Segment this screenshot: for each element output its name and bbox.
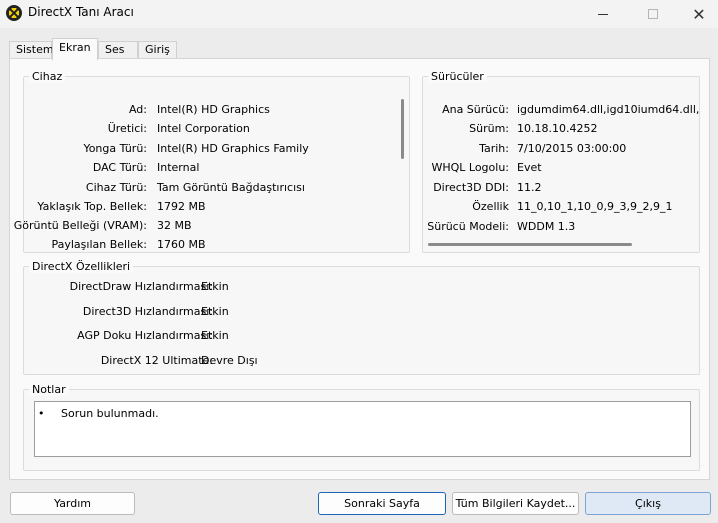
tab-ses[interactable]: Ses <box>98 41 138 59</box>
driver-whql-value: Evet <box>517 161 542 174</box>
notes-group-title: Notlar <box>29 383 69 396</box>
driver-whql-label: WHQL Logolu: <box>431 161 509 174</box>
drivers-list[interactable]: Ana Sürücü: igdumdim64.dll,igd10iumd64.d… <box>423 77 699 242</box>
device-chip-type-label: Yonga Türü: <box>83 142 147 155</box>
driver-date-label: Tarih: <box>479 142 509 155</box>
directdraw-acceleration-value: Etkin <box>201 280 229 293</box>
device-type-value: Tam Görüntü Bağdaştırıcısı <box>157 181 305 194</box>
device-vram-label: Görüntü Belleği (VRAM): <box>13 219 147 232</box>
device-name-value: Intel(R) HD Graphics <box>157 103 270 116</box>
device-total-memory-label: Yaklaşık Top. Bellek: <box>37 200 147 213</box>
driver-main-value: igdumdim64.dll,igd10iumd64.dll,igd10i <box>517 103 699 116</box>
driver-date-value: 7/10/2015 03:00:00 <box>517 142 627 155</box>
directx12-ultimate-label: DirectX 12 Ultimate: <box>100 354 213 367</box>
driver-feature-label: Özellik <box>472 200 509 213</box>
driver-version-label: Sürüm: <box>469 122 509 135</box>
driver-d3d-ddi-value: 11.2 <box>517 181 542 194</box>
window-title: DirectX Tanı Aracı <box>28 5 134 19</box>
minimize-icon <box>598 13 608 15</box>
help-button[interactable]: Yardım <box>10 492 135 515</box>
directx-features-title: DirectX Özellikleri <box>29 260 134 273</box>
driver-model-value: WDDM 1.3 <box>517 220 576 233</box>
close-button[interactable]: ✕ <box>676 0 718 28</box>
driver-version-value: 10.18.10.4252 <box>517 122 598 135</box>
tab-sistem[interactable]: Sistem <box>9 41 54 59</box>
driver-main-label: Ana Sürücü: <box>442 103 509 116</box>
device-chip-type-value: Intel(R) HD Graphics Family <box>157 142 309 155</box>
tab-giris[interactable]: Giriş <box>138 41 177 59</box>
device-shared-memory-value: 1760 MB <box>157 238 206 251</box>
close-icon: ✕ <box>692 4 706 24</box>
device-vram-value: 32 MB <box>157 219 192 232</box>
direct3d-acceleration-label: Direct3D Hızlandırması: <box>82 305 213 318</box>
tab-ekran[interactable]: Ekran <box>52 38 98 60</box>
next-page-button[interactable]: Sonraki Sayfa <box>318 492 446 515</box>
device-group-title: Cihaz <box>29 70 66 83</box>
title-bar: DirectX Tanı Aracı ✕ <box>0 0 718 28</box>
device-group: Cihaz Ad: Intel(R) HD Graphics Üretici: … <box>14 70 410 253</box>
notes-textbox[interactable]: • Sorun bulunmadı. <box>34 401 691 457</box>
directx-app-icon <box>6 5 22 21</box>
exit-button[interactable]: Çıkış <box>585 492 711 515</box>
direct3d-acceleration-value: Etkin <box>201 305 229 318</box>
agp-texture-acceleration-label: AGP Doku Hızlandırması: <box>77 329 213 342</box>
drivers-horizontal-scrollbar[interactable] <box>428 243 632 246</box>
device-dac-type-label: DAC Türü: <box>92 161 147 174</box>
driver-feature-value: 11_0,10_1,10_0,9_3,9_2,9_1 <box>517 200 673 213</box>
drivers-group: Sürücüler Ana Sürücü: igdumdim64.dll,igd… <box>422 70 700 253</box>
device-dac-type-value: Internal <box>157 161 200 174</box>
directx12-ultimate-value: Devre Dışı <box>201 354 258 367</box>
driver-d3d-ddi-label: Direct3D DDI: <box>433 181 509 194</box>
directx-features-group: DirectX Özellikleri DirectDraw Hızlandır… <box>23 260 700 375</box>
device-name-label: Ad: <box>128 103 147 116</box>
minimize-button[interactable] <box>580 0 626 28</box>
device-type-label: Cihaz Türü: <box>85 181 147 194</box>
device-manufacturer-label: Üretici: <box>107 122 147 135</box>
directdraw-acceleration-label: DirectDraw Hızlandırması: <box>69 280 213 293</box>
driver-model-label: Sürücü Modeli: <box>427 220 509 233</box>
device-vertical-scrollbar[interactable] <box>401 99 404 159</box>
display-tab-panel: Cihaz Ad: Intel(R) HD Graphics Üretici: … <box>9 58 710 480</box>
agp-texture-acceleration-value: Etkin <box>201 329 229 342</box>
note-item: Sorun bulunmadı. <box>61 407 159 420</box>
device-manufacturer-value: Intel Corporation <box>157 122 250 135</box>
device-total-memory-value: 1792 MB <box>157 200 206 213</box>
note-bullet: • <box>38 407 45 420</box>
maximize-icon <box>648 9 658 19</box>
device-shared-memory-label: Paylaşılan Bellek: <box>51 238 147 251</box>
maximize-button <box>630 0 676 28</box>
save-all-info-button[interactable]: Tüm Bilgileri Kaydet... <box>452 492 579 515</box>
